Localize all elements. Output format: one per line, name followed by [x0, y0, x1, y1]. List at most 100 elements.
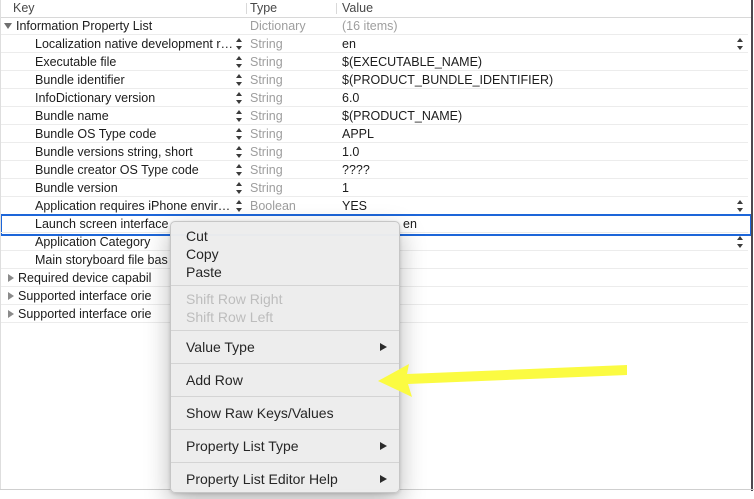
- menu-item-property-list-type[interactable]: Property List Type: [171, 437, 399, 455]
- column-divider[interactable]: [246, 3, 247, 14]
- stepper-down-icon: [235, 46, 242, 50]
- value-stepper-icon[interactable]: [234, 38, 243, 50]
- menu-item-show-raw-keys-values[interactable]: Show Raw Keys/Values: [171, 404, 399, 422]
- table-header: Key Type Value: [0, 0, 752, 18]
- table-row[interactable]: Bundle creator OS Type code String????: [0, 161, 752, 179]
- row-type: String: [250, 181, 283, 195]
- stepper-down-icon: [235, 154, 242, 158]
- row-key: Bundle versions string, short: [35, 145, 193, 159]
- menu-item-value-type[interactable]: Value Type: [171, 338, 399, 356]
- row-value: en: [403, 217, 417, 231]
- value-stepper-icon[interactable]: [735, 200, 744, 212]
- stepper-down-icon: [235, 208, 242, 212]
- row-type: String: [250, 163, 283, 177]
- stepper-down-icon: [235, 100, 242, 104]
- row-key: Bundle OS Type code: [35, 127, 157, 141]
- value-stepper-icon[interactable]: [234, 128, 243, 140]
- value-stepper-icon[interactable]: [234, 110, 243, 122]
- row-key: Application Category: [35, 235, 151, 249]
- context-menu: Cut Copy Paste Shift Row Right Shift Row Lef…: [170, 221, 400, 493]
- row-value: ????: [342, 163, 370, 177]
- column-divider[interactable]: [336, 3, 337, 14]
- stepper-up-icon: [235, 110, 242, 114]
- menu-item-add-row[interactable]: Add Row: [171, 371, 399, 389]
- table-row[interactable]: Localization native development r… String…: [0, 35, 752, 53]
- table-row[interactable]: Information Property List Dictionary (16 i…: [0, 17, 752, 35]
- row-type: Dictionary: [250, 19, 306, 33]
- value-stepper-icon[interactable]: [735, 38, 744, 50]
- row-key: Localization native development r…: [35, 37, 234, 51]
- value-stepper-icon[interactable]: [234, 164, 243, 176]
- table-row[interactable]: Bundle version String 1: [0, 179, 752, 197]
- stepper-down-icon: [736, 46, 743, 50]
- table-row[interactable]: Bundle OS Type code String APPL: [0, 125, 752, 143]
- menu-item-label: Show Raw Keys/Values: [186, 405, 334, 421]
- disclosure-collapsed-icon[interactable]: [8, 309, 14, 318]
- stepper-up-icon: [235, 128, 242, 132]
- disclosure-collapsed-icon[interactable]: [8, 291, 14, 300]
- menu-item-cut[interactable]: Cut: [171, 227, 399, 245]
- stepper-down-icon: [235, 136, 242, 140]
- stepper-up-icon: [235, 74, 242, 78]
- row-type: Boolean: [250, 199, 296, 213]
- menu-section: Value Type: [171, 331, 399, 363]
- value-stepper-icon[interactable]: [234, 56, 243, 68]
- stepper-up-icon: [235, 146, 242, 150]
- menu-item-paste[interactable]: Paste: [171, 263, 399, 281]
- menu-item-property-list-editor-help[interactable]: Property List Editor Help: [171, 470, 399, 488]
- menu-item-shift-row-left: Shift Row Left: [171, 308, 399, 326]
- value-stepper-icon[interactable]: [234, 74, 243, 86]
- stepper-up-icon: [736, 38, 743, 42]
- table-row[interactable]: Bundle name String $(PRODUCT_NAME): [0, 107, 752, 125]
- row-key: Bundle name: [35, 109, 109, 123]
- menu-section: Shift Row Right Shift Row Left: [171, 286, 399, 330]
- menu-item-label: Value Type: [186, 339, 255, 355]
- submenu-arrow-icon: [380, 474, 387, 483]
- row-value: $(PRODUCT_BUNDLE_IDENTIFIER): [342, 73, 554, 87]
- menu-section: Show Raw Keys/Values: [171, 397, 399, 429]
- row-value: en: [342, 37, 356, 51]
- row-value: (16 items): [342, 19, 398, 33]
- row-value: $(PRODUCT_NAME): [342, 109, 463, 123]
- menu-item-label: Shift Row Right: [186, 291, 283, 307]
- stepper-down-icon: [235, 190, 242, 194]
- row-key: Bundle version: [35, 181, 118, 195]
- value-stepper-icon[interactable]: [234, 146, 243, 158]
- row-type: String: [250, 109, 283, 123]
- row-type: String: [250, 145, 283, 159]
- row-key: Bundle creator OS Type code: [35, 163, 199, 177]
- column-header-type[interactable]: Type: [250, 0, 277, 17]
- row-key: Supported interface orie: [18, 289, 152, 303]
- menu-item-copy[interactable]: Copy: [171, 245, 399, 263]
- column-header-key[interactable]: Key: [13, 0, 35, 17]
- table-row[interactable]: Bundle versions string, short String 1.0: [0, 143, 752, 161]
- value-stepper-icon[interactable]: [735, 236, 744, 248]
- menu-section: Add Row: [171, 364, 399, 396]
- table-row[interactable]: Executable file String $(EXECUTABLE_NAME): [0, 53, 752, 71]
- stepper-down-icon: [736, 208, 743, 212]
- row-key: Bundle identifier: [35, 73, 125, 87]
- value-stepper-icon[interactable]: [234, 182, 243, 194]
- left-border: [0, 0, 1, 490]
- row-value: $(EXECUTABLE_NAME): [342, 55, 483, 69]
- stepper-up-icon: [736, 200, 743, 204]
- value-stepper-icon[interactable]: [234, 92, 243, 104]
- table-row[interactable]: Bundle identifier String $(PRODUCT_BUNDLE_…: [0, 71, 752, 89]
- column-header-value[interactable]: Value: [342, 0, 373, 17]
- row-value: YES: [342, 199, 368, 213]
- stepper-down-icon: [235, 82, 242, 86]
- value-stepper-icon[interactable]: [234, 200, 243, 212]
- row-type: String: [250, 55, 283, 69]
- row-key: Required device capabil: [18, 271, 152, 285]
- menu-item-label: Paste: [186, 264, 222, 280]
- stepper-up-icon: [235, 164, 242, 168]
- stepper-up-icon: [235, 200, 242, 204]
- table-row[interactable]: Application requires iPhone envir… Boolea…: [0, 197, 752, 215]
- stepper-up-icon: [736, 236, 743, 240]
- pane-divider[interactable]: [751, 0, 753, 491]
- disclosure-collapsed-icon[interactable]: [8, 273, 14, 282]
- table-row[interactable]: InfoDictionary version String 6.0: [0, 89, 752, 107]
- submenu-arrow-icon: [380, 342, 387, 351]
- disclosure-expanded-icon[interactable]: [4, 23, 12, 29]
- row-type: String: [250, 91, 283, 105]
